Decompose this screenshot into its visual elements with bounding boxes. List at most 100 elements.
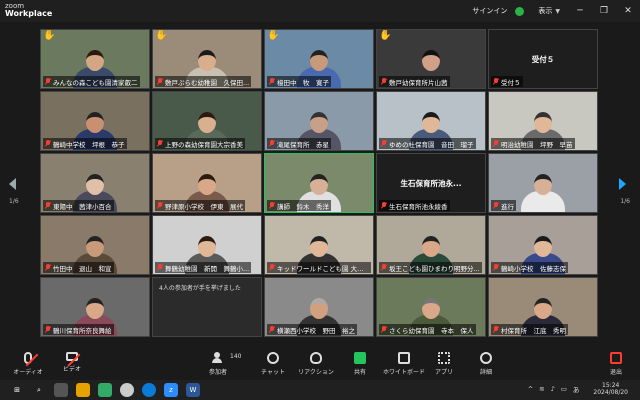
battery-icon[interactable]: ▭ (561, 385, 567, 393)
meeting-toolbar: オーディオ ビデオ 参加者 140 チャット リアクション 共有 ホワイトボード… (0, 350, 640, 378)
clock[interactable]: 15:24 2024/08/20 (587, 382, 628, 396)
whiteboard-label: ホワイトボード (382, 369, 425, 376)
next-page-icon[interactable] (616, 175, 628, 193)
whiteboard-icon (398, 352, 410, 364)
edge-icon[interactable] (142, 383, 156, 397)
mic-muted-icon (381, 264, 387, 271)
participant-tile[interactable]: キッドワールドこども園 大黒裕子 (264, 215, 374, 275)
signin-button[interactable]: サインイン (472, 6, 507, 16)
reactions-button[interactable]: リアクション (294, 352, 338, 376)
page-indicator-right: 1/6 (620, 198, 630, 205)
zoom-app-icon[interactable]: z (164, 383, 178, 397)
name-label: 舞鶴幼稚園 新開 舞鶴小... (155, 262, 252, 273)
share-button[interactable]: 共有 (338, 352, 382, 376)
word-icon[interactable]: W (186, 383, 200, 397)
chat-button[interactable]: チャット (251, 352, 295, 376)
participant-name: ゆめの杜保育園 音田 瑠子 (389, 140, 474, 149)
participant-tile[interactable]: 講師 鈴木 秀洋 (264, 153, 374, 213)
share-screen-icon (354, 352, 366, 364)
task-view-icon[interactable] (54, 383, 68, 397)
wifi-icon[interactable]: ≋ (539, 385, 544, 393)
name-label: 滝尾保育所 赤星 (267, 138, 331, 149)
windows-start-icon[interactable]: ⊞ (10, 383, 24, 397)
participant-tile[interactable]: 受付５ 受付５ (488, 29, 598, 89)
participant-tile[interactable]: 上野の森幼保育園大宗香美 (152, 91, 262, 151)
tray-chevron-icon[interactable]: ^ (528, 385, 533, 393)
participant-tile[interactable]: 鶴崎中学校 坪根 恭子 (40, 91, 150, 151)
raised-hand-icon: ✋ (155, 30, 168, 41)
mic-muted-icon (381, 202, 387, 209)
leave-icon (610, 352, 622, 364)
participant-tile[interactable]: ✋ 敷戸ぷらむ幼稚園 久保田... (152, 29, 262, 89)
camera-off-icon (66, 352, 78, 361)
logo-line2: Workplace (5, 9, 53, 18)
apps-label: アプリ (434, 369, 453, 376)
participant-tile[interactable]: 4人の参加者が手を挙げました (152, 277, 262, 337)
restore-icon[interactable]: ❐ (592, 0, 616, 22)
raised-hand-icon: ✋ (267, 30, 280, 41)
audio-button[interactable]: オーディオ (6, 352, 50, 376)
participant-name: 舞鶴幼稚園 新開 舞鶴小... (165, 264, 250, 273)
name-label: 鶴崎小学校 佐藤志保 (491, 262, 568, 273)
video-label: ビデオ (62, 366, 81, 373)
minimize-icon[interactable]: ─ (568, 0, 592, 22)
participant-tile[interactable]: 東陽中 茜津小百合 (40, 153, 150, 213)
participant-tile[interactable]: 鶴川保育所奈良舞絵 (40, 277, 150, 337)
participant-name: 檍田中 牧 寛子 (277, 78, 329, 87)
mic-muted-icon (269, 78, 275, 85)
participant-tile[interactable]: 明治幼稚園 坪野 早苗 (488, 91, 598, 151)
prev-page-icon[interactable] (6, 175, 18, 193)
video-button[interactable]: ビデオ (50, 352, 94, 373)
close-icon[interactable]: ✕ (616, 0, 640, 22)
participant-tile[interactable]: さくら幼保育園 寺本 保人 (376, 277, 486, 337)
participant-name: キッドワールドこども園 大黒裕子 (277, 264, 369, 273)
participant-tile[interactable]: ✋ みんなの森こども園清家叡二 (40, 29, 150, 89)
participant-tile[interactable]: ✋ 敷戸幼保育所片山茜 (376, 29, 486, 89)
participant-name: 竹田中 退山 和宣 (53, 264, 112, 273)
participant-name: 生石保育所池永綾香 (389, 202, 448, 211)
participant-name: 東陽中 茜津小百合 (53, 202, 112, 211)
name-label: 生石保育所池永綾香 (379, 200, 450, 211)
participant-name: 受付５ (501, 78, 521, 87)
participant-tile[interactable]: 舞鶴幼稚園 新開 舞鶴小... (152, 215, 262, 275)
participant-tile[interactable]: 進行 (488, 153, 598, 213)
participant-tile[interactable]: 野津原小学校 伊東 展代 (152, 153, 262, 213)
raised-hands-notification: 4人の参加者が手を挙げました (153, 278, 261, 336)
mic-muted-icon (493, 202, 499, 209)
participant-name: 敷戸幼保育所片山茜 (389, 78, 448, 87)
chrome-icon[interactable] (120, 383, 134, 397)
clock-date: 2024/08/20 (593, 389, 628, 396)
participant-tile[interactable]: 竹田中 退山 和宣 (40, 215, 150, 275)
file-explorer-icon[interactable] (76, 383, 90, 397)
name-label: ゆめの杜保育園 音田 瑠子 (379, 138, 476, 149)
whiteboard-button[interactable]: ホワイトボード (382, 352, 426, 376)
participant-name: 鶴崎小学校 佐藤志保 (501, 264, 566, 273)
title-bar: zoom Workplace サインイン 表示 ▼ ─ ❐ ✕ (0, 0, 640, 22)
participant-tile[interactable]: 横瀬西小学校 野田 裕之 (264, 277, 374, 337)
name-label: みんなの森こども園清家叡二 (43, 76, 140, 87)
store-icon[interactable] (98, 383, 112, 397)
participant-tile[interactable]: 村保育所 江底 秀明 (488, 277, 598, 337)
participant-tile[interactable]: ゆめの杜保育園 音田 瑠子 (376, 91, 486, 151)
search-icon[interactable]: ⌕ (32, 383, 46, 397)
name-label: 鶴川保育所奈良舞絵 (43, 324, 114, 335)
security-shield-icon[interactable] (515, 6, 525, 16)
participant-tile[interactable]: 鶴崎小学校 佐藤志保 (488, 215, 598, 275)
name-label: 坂王こども園ひまわり明野分... (379, 262, 482, 273)
volume-icon[interactable]: ♪ (551, 385, 555, 393)
participant-tile[interactable]: 生石保育所池永... 生石保育所池永綾香 (376, 153, 486, 213)
leave-button[interactable]: 退出 (594, 352, 638, 376)
participant-tile[interactable]: ✋ 檍田中 牧 寛子 (264, 29, 374, 89)
ime-indicator[interactable]: あ (573, 384, 580, 394)
participant-name: さくら幼保育園 寺本 保人 (389, 326, 474, 335)
participant-display-name: 受付５ (531, 55, 555, 64)
participant-tile[interactable]: 滝尾保育所 赤星 (264, 91, 374, 151)
audio-label: オーディオ (13, 369, 43, 376)
name-label: 竹田中 退山 和宣 (43, 262, 114, 273)
system-tray: ^ ≋ ♪ ▭ あ 15:24 2024/08/20 (522, 382, 628, 396)
view-button[interactable]: 表示 ▼ (538, 6, 560, 16)
apps-button[interactable]: アプリ (422, 352, 466, 376)
participant-name: 野津原小学校 伊東 展代 (165, 202, 243, 211)
participant-tile[interactable]: 坂王こども園ひまわり明野分... (376, 215, 486, 275)
more-button[interactable]: 詳細 (464, 352, 508, 376)
